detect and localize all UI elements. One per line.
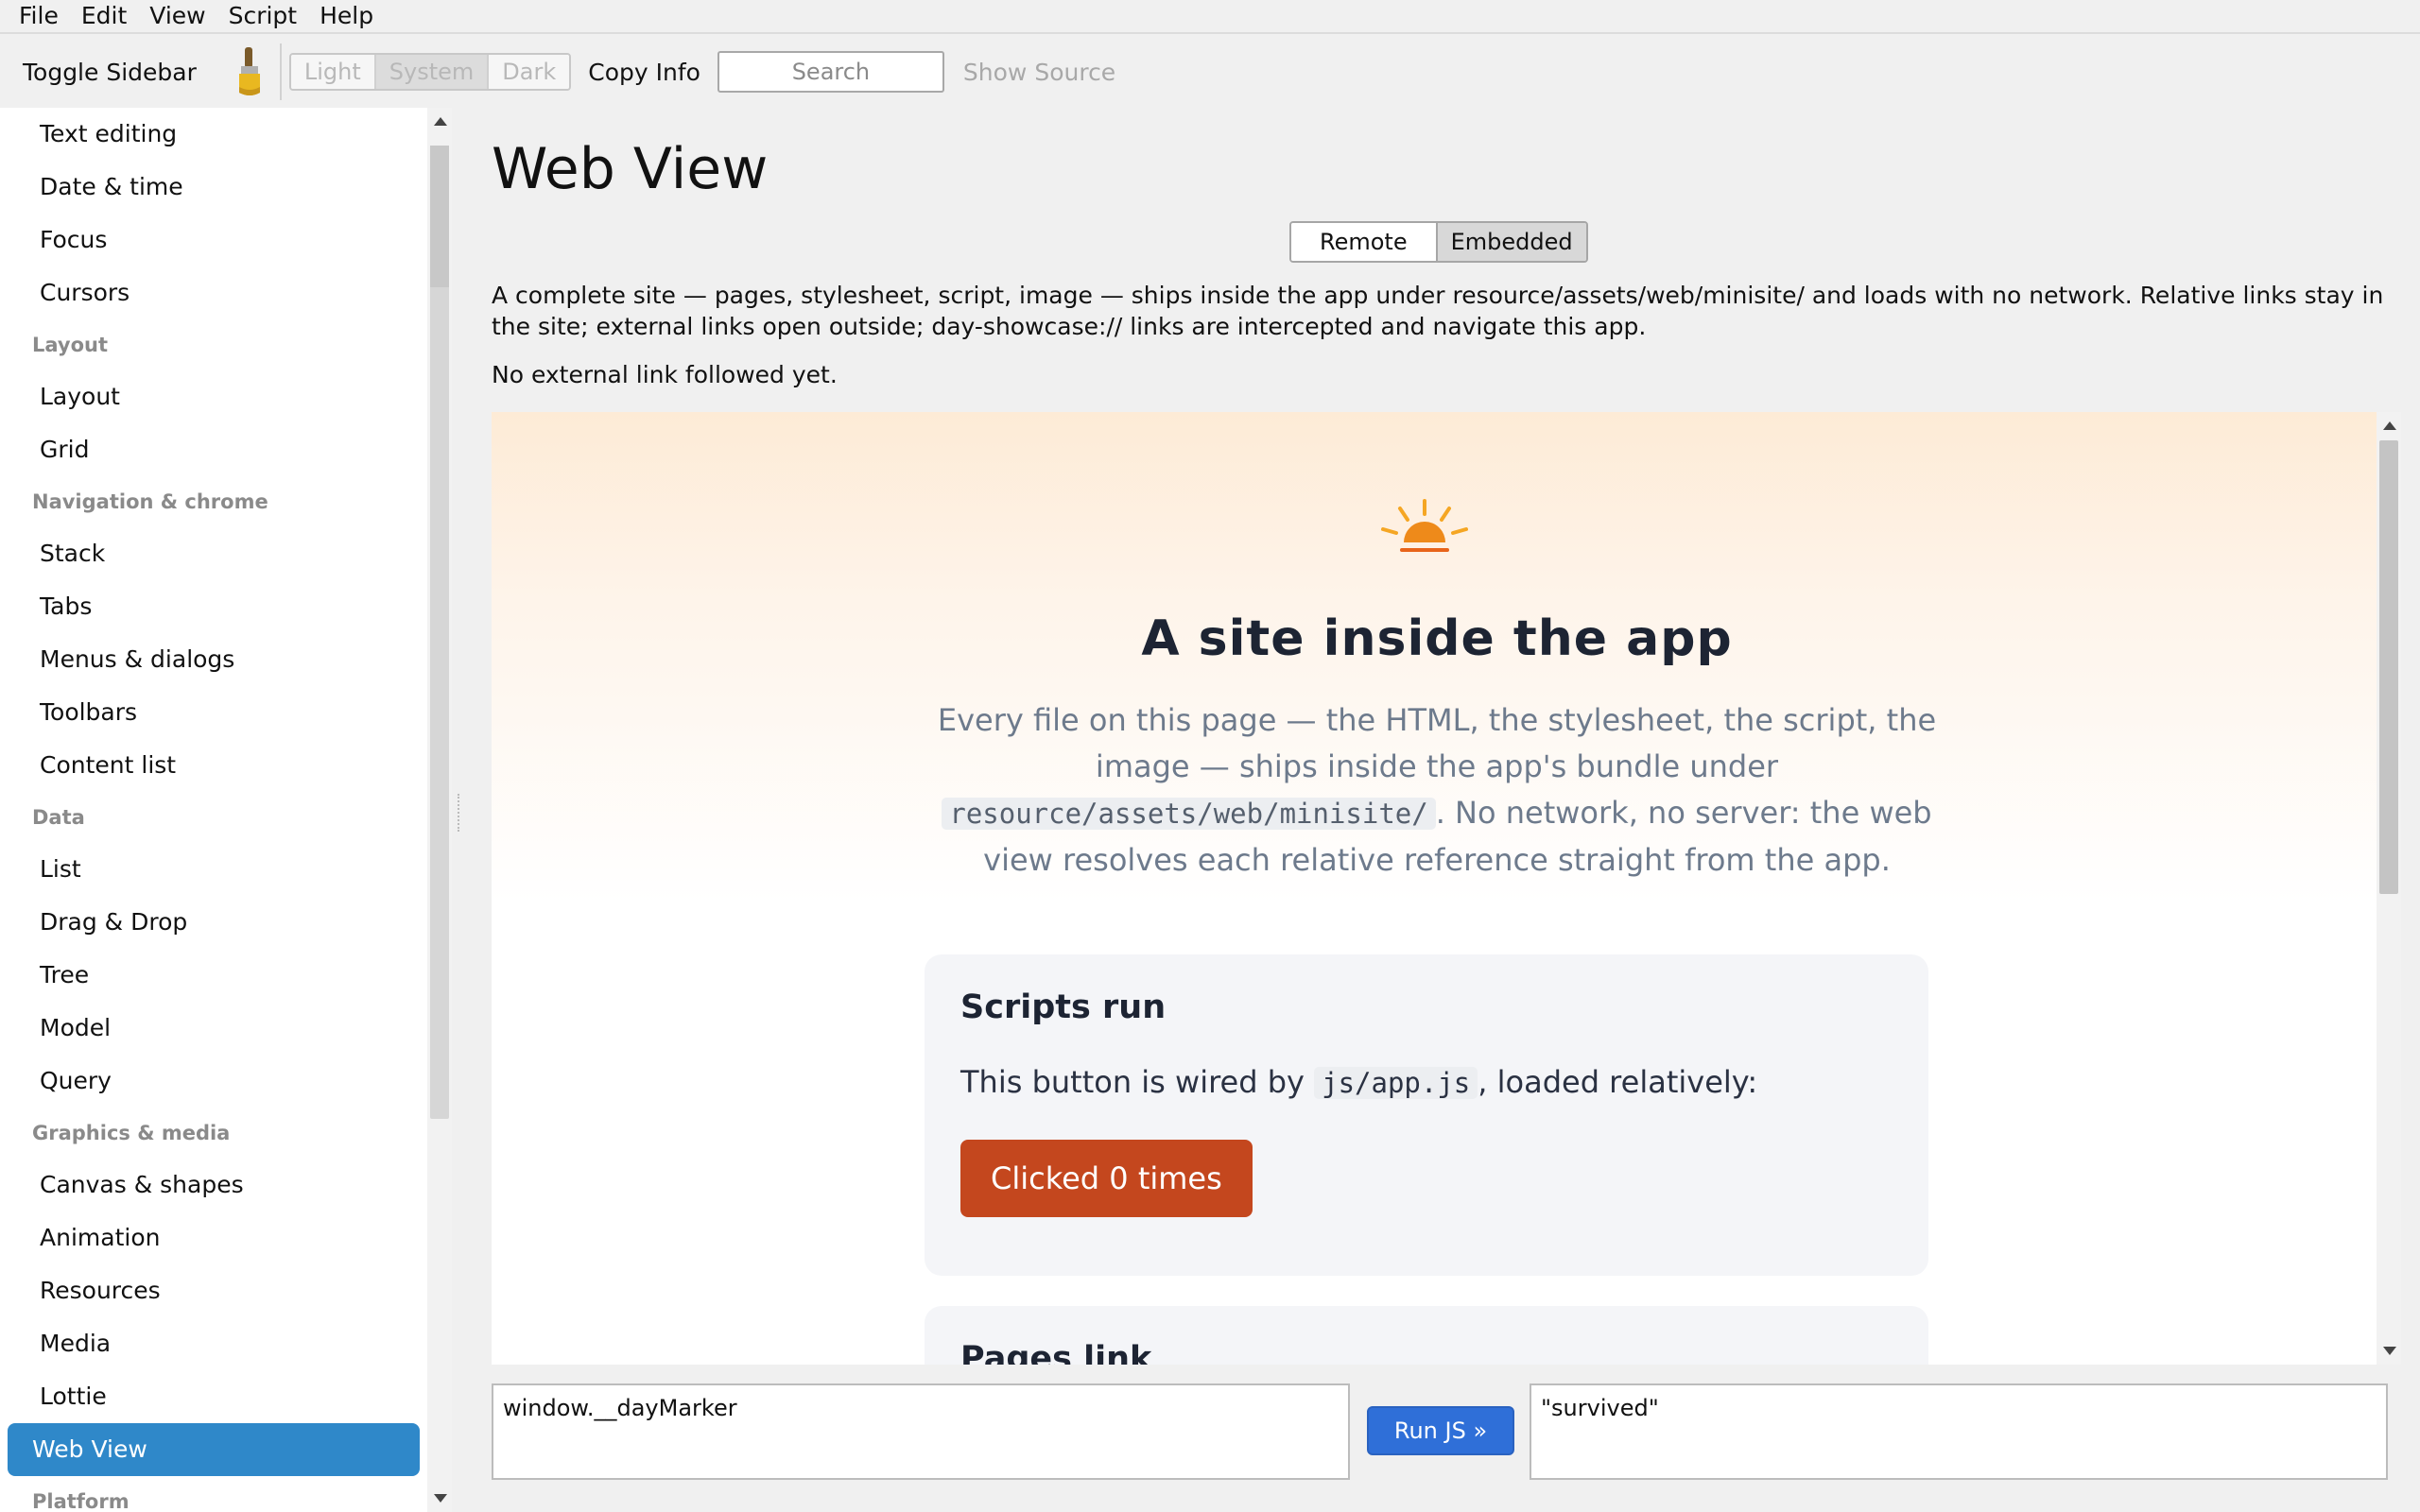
sidebar-item-layout[interactable]: Layout	[8, 370, 420, 423]
webview-scroll-thumb[interactable]	[2379, 440, 2398, 894]
external-link-status: No external link followed yet.	[492, 361, 838, 388]
menu-help[interactable]: Help	[308, 0, 385, 33]
toggle-sidebar-button[interactable]: Toggle Sidebar	[23, 59, 197, 86]
sidebar-section-navigation-chrome: Navigation & chrome	[32, 490, 268, 513]
sidebar-scrollbar[interactable]	[427, 108, 452, 1512]
sidebar-section-layout: Layout	[32, 334, 109, 356]
sidebar-item-cursors[interactable]: Cursors	[8, 266, 420, 319]
scripts-card-heading: Scripts run	[960, 988, 1167, 1026]
sidebar-section-graphics-media: Graphics & media	[32, 1122, 231, 1144]
sidebar-item-drag-drop[interactable]: Drag & Drop	[8, 896, 420, 949]
scripts-card: Scripts run This button is wired by js/a…	[925, 954, 1928, 1276]
sidebar-item-content-list[interactable]: Content list	[8, 739, 420, 792]
pages-card-heading: Pages link	[960, 1340, 1152, 1365]
scripts-card-text-before: This button is wired by	[960, 1064, 1305, 1100]
mode-remote-button[interactable]: Remote	[1291, 223, 1438, 261]
webview-scroll-up-icon[interactable]	[2383, 421, 2396, 430]
splitter-handle[interactable]	[458, 794, 459, 832]
menu-file[interactable]: File	[8, 0, 70, 33]
copy-info-button[interactable]: Copy Info	[588, 59, 700, 86]
webview-scroll-down-icon[interactable]	[2383, 1347, 2396, 1355]
scripts-card-text-after: , loaded relatively:	[1478, 1064, 1758, 1100]
theme-dark-button[interactable]: Dark	[489, 55, 570, 89]
sidebar-item-stack[interactable]: Stack	[8, 527, 420, 580]
sidebar-scroll-track[interactable]	[430, 146, 449, 1119]
menu-script[interactable]: Script	[217, 0, 309, 33]
sidebar-item-date-time[interactable]: Date & time	[8, 161, 420, 214]
search-input[interactable]	[717, 51, 944, 93]
mode-segmented-control: Remote Embedded	[1289, 221, 1588, 263]
sidebar-section-platform: Platform	[32, 1490, 130, 1512]
scroll-down-arrow-icon[interactable]	[434, 1494, 447, 1503]
toolbar: Toggle Sidebar Light System Dark Copy In…	[0, 36, 2420, 108]
scripts-card-text: This button is wired by js/app.js, loade…	[960, 1064, 1757, 1100]
site-title: A site inside the app	[1141, 610, 1733, 667]
sidebar-item-focus[interactable]: Focus	[8, 214, 420, 266]
main-content: Web View Remote Embedded A complete site…	[492, 108, 2401, 1512]
run-js-button[interactable]: Run JS »	[1367, 1406, 1514, 1455]
sidebar-item-toolbars[interactable]: Toolbars	[8, 686, 420, 739]
click-counter-button[interactable]: Clicked 0 times	[960, 1140, 1253, 1217]
sidebar-item-tree[interactable]: Tree	[8, 949, 420, 1002]
sidebar-item-web-view[interactable]: Web View	[8, 1423, 420, 1476]
sidebar-item-text-editing[interactable]: Text editing	[8, 108, 420, 161]
sidebar-item-menus-dialogs[interactable]: Menus & dialogs	[8, 633, 420, 686]
scripts-card-code: js/app.js	[1314, 1067, 1478, 1099]
js-input[interactable]: window.__dayMarker	[492, 1383, 1350, 1480]
sidebar-item-media[interactable]: Media	[8, 1317, 420, 1370]
pages-card: Pages link	[925, 1306, 1928, 1365]
sidebar-item-lottie[interactable]: Lottie	[8, 1370, 420, 1423]
paintbrush-icon[interactable]	[233, 45, 267, 98]
sunrise-icon	[1381, 499, 1468, 552]
page-title: Web View	[492, 136, 769, 202]
theme-light-button[interactable]: Light	[290, 55, 376, 89]
sidebar-scroll-thumb[interactable]	[430, 146, 449, 287]
mode-embedded-button[interactable]: Embedded	[1437, 223, 1586, 261]
sidebar-item-query[interactable]: Query	[8, 1055, 420, 1108]
theme-segmented-control: Light System Dark	[288, 53, 572, 91]
site-lead-code: resource/assets/web/minisite/	[942, 798, 1436, 830]
sidebar-item-model[interactable]: Model	[8, 1002, 420, 1055]
sidebar-section-data: Data	[32, 806, 85, 829]
menu-edit[interactable]: Edit	[70, 0, 138, 33]
sidebar-item-resources[interactable]: Resources	[8, 1264, 420, 1317]
js-output: "survived"	[1530, 1383, 2388, 1480]
menubar: File Edit View Script Help	[0, 0, 2420, 34]
sidebar-item-list[interactable]: List	[8, 843, 420, 896]
sidebar-item-tabs[interactable]: Tabs	[8, 580, 420, 633]
site-lead: Every file on this page — the HTML, the …	[917, 697, 1957, 884]
sidebar-item-grid[interactable]: Grid	[8, 423, 420, 476]
sidebar-item-animation[interactable]: Animation	[8, 1211, 420, 1264]
site-lead-text: Every file on this page — the HTML, the …	[937, 702, 1937, 784]
web-view[interactable]: A site inside the app Every file on this…	[492, 412, 2401, 1365]
page-description: A complete site — pages, stylesheet, scr…	[492, 282, 2384, 340]
sidebar-item-canvas-shapes[interactable]: Canvas & shapes	[8, 1159, 420, 1211]
webview-scrollbar[interactable]	[2377, 412, 2401, 1365]
sidebar: Text editing Date & time Focus Cursors Layou…	[0, 108, 427, 1512]
menu-view[interactable]: View	[138, 0, 216, 33]
show-source-button[interactable]: Show Source	[963, 59, 1115, 86]
theme-system-button[interactable]: System	[375, 55, 490, 89]
scroll-up-arrow-icon[interactable]	[434, 117, 447, 126]
toolbar-separator	[279, 43, 282, 100]
